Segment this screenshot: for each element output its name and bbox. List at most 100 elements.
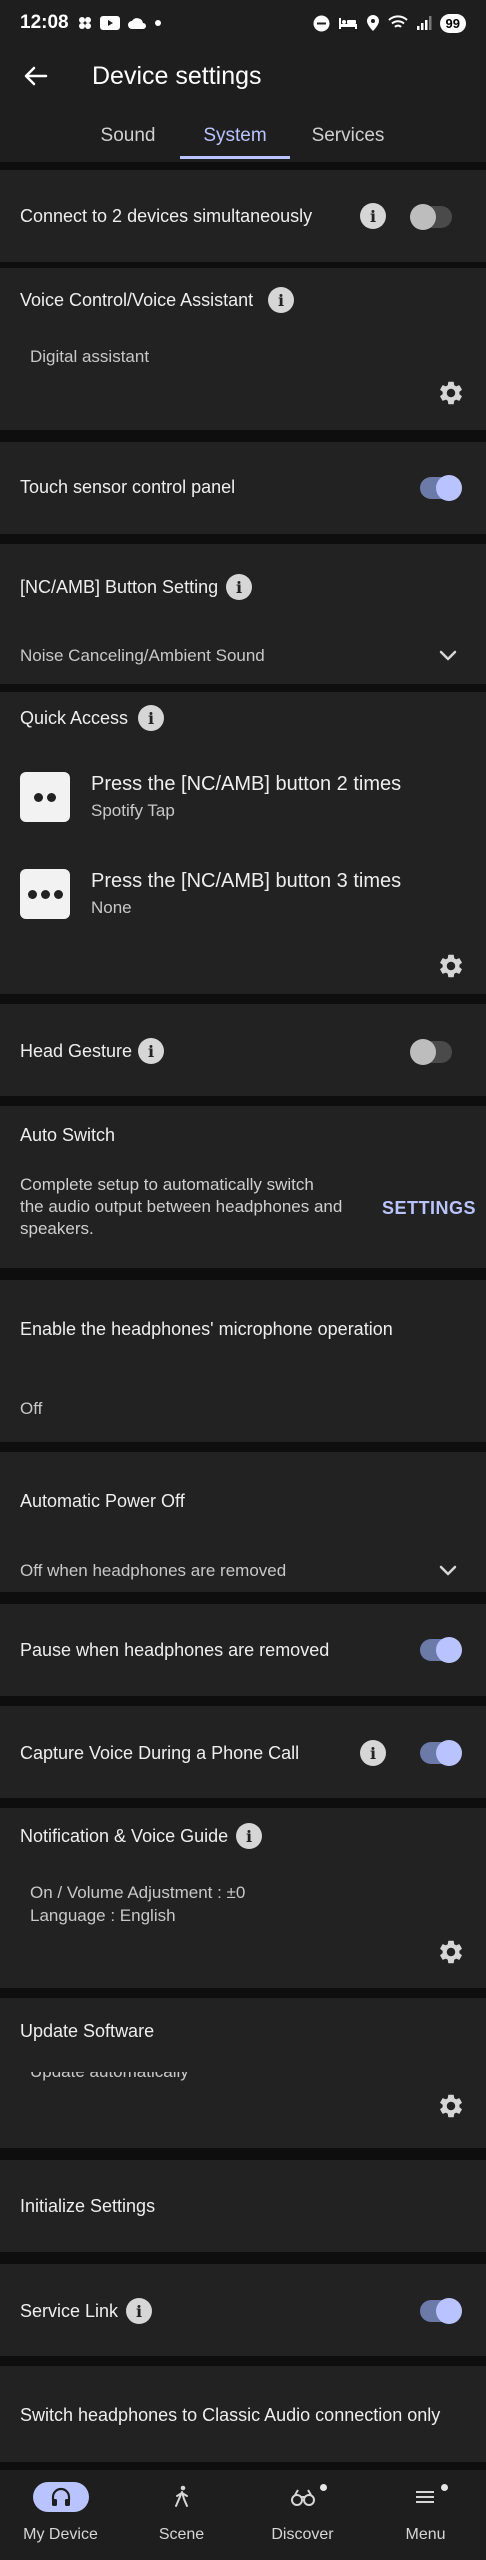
setting-update-software[interactable]: Update Software Update automatically — [0, 1998, 486, 2148]
info-icon[interactable]: i — [138, 705, 164, 731]
setting-title: Pause when headphones are removed — [20, 1640, 330, 1660]
setting-value: Digital assistant — [30, 347, 150, 366]
status-system-icons: 99 — [313, 13, 466, 33]
walking-icon — [174, 2485, 188, 2507]
setting-title: Touch sensor control panel — [20, 477, 236, 497]
info-icon[interactable]: i — [138, 1038, 164, 1064]
toggle-knob — [436, 1637, 462, 1663]
setting-title: Service Link — [20, 2301, 119, 2321]
cloud-icon — [127, 18, 146, 29]
notification-badge — [320, 2484, 327, 2491]
toggle-knob — [410, 1039, 436, 1065]
setting-value: Update automatically — [30, 2072, 189, 2083]
back-arrow-icon — [24, 66, 48, 86]
setting-auto-power-off[interactable]: Automatic Power Off Off when headphones … — [0, 1452, 486, 1592]
setting-title: Automatic Power Off — [20, 1491, 185, 1511]
tab-system[interactable]: System — [180, 110, 290, 162]
info-icon[interactable]: i — [360, 203, 386, 229]
info-icon[interactable]: i — [360, 1740, 386, 1766]
connect-two-toggle[interactable] — [410, 204, 452, 230]
setting-title: Enable the headphones' microphone operat… — [20, 1319, 393, 1339]
status-notification-icons — [77, 15, 162, 31]
signal-icon — [416, 16, 432, 30]
app-header: Device settings Sound System Services — [0, 46, 486, 162]
setting-auto-switch: Auto Switch Complete setup to automatica… — [0, 1106, 486, 1268]
nav-menu[interactable]: Menu — [365, 2470, 486, 2560]
headphones-icon — [51, 2487, 70, 2506]
double-dot-icon — [20, 772, 70, 822]
tab-bar: Sound System Services — [0, 110, 486, 162]
setting-title: Head Gesture — [20, 1041, 133, 1061]
toggle-knob — [410, 204, 436, 230]
setting-value: Off when headphones are removed — [20, 1561, 287, 1580]
setting-title: Notification & Voice Guide — [20, 1826, 229, 1846]
setting-title: [NC/AMB] Button Setting — [20, 577, 219, 597]
menu-icon — [415, 2491, 434, 2503]
setting-initialize[interactable]: Initialize Settings — [0, 2160, 486, 2252]
setting-head-gesture[interactable]: Head Gesture i — [0, 1004, 486, 1096]
quick-access-item-value: None — [91, 898, 132, 917]
dnd-icon — [313, 15, 330, 31]
tab-sound[interactable]: Sound — [76, 110, 180, 162]
chevron-down-icon[interactable] — [436, 1559, 460, 1583]
update-software-value-clip: Update automatically — [30, 2072, 290, 2085]
auto-switch-description-line: speakers. — [20, 1219, 94, 1238]
auto-switch-settings-link[interactable]: SETTINGS — [382, 1198, 476, 1219]
setting-touch-sensor[interactable]: Touch sensor control panel — [0, 442, 486, 534]
gear-icon[interactable] — [437, 1938, 465, 1966]
photos-icon — [78, 17, 91, 29]
info-icon[interactable]: i — [236, 1823, 262, 1849]
setting-notification-voice-guide[interactable]: Notification & Voice Guide i On / Volume… — [0, 1808, 486, 1988]
head-gesture-toggle[interactable] — [410, 1039, 452, 1065]
setting-service-link[interactable]: Service Link i — [0, 2264, 486, 2356]
setting-value: Noise Canceling/Ambient Sound — [20, 646, 265, 665]
setting-title: Connect to 2 devices simultaneously — [20, 206, 313, 226]
setting-capture-voice[interactable]: Capture Voice During a Phone Call i — [0, 1706, 486, 1798]
setting-voice-control[interactable]: Voice Control/Voice Assistant i Digital … — [0, 268, 486, 430]
info-icon[interactable]: i — [226, 574, 252, 600]
auto-switch-description-line: the audio output between headphones and — [20, 1197, 343, 1216]
quick-access-item-title: Press the [NC/AMB] button 2 times — [91, 773, 402, 795]
gear-icon[interactable] — [437, 2092, 465, 2120]
dot-icon — [154, 20, 161, 26]
setting-mic-operation[interactable]: Enable the headphones' microphone operat… — [0, 1280, 486, 1442]
capture-voice-toggle[interactable] — [420, 1740, 462, 1766]
chevron-down-icon[interactable] — [436, 644, 460, 668]
back-button[interactable] — [20, 60, 52, 92]
setting-pause-removed[interactable]: Pause when headphones are removed — [0, 1604, 486, 1696]
quick-access-item-title: Press the [NC/AMB] button 3 times — [91, 870, 402, 892]
pause-removed-toggle[interactable] — [420, 1637, 462, 1663]
nav-label: My Device — [23, 2526, 98, 2543]
gear-icon[interactable] — [437, 379, 465, 407]
setting-nc-amb-button[interactable]: [NC/AMB] Button Setting i Noise Cancelin… — [0, 544, 486, 684]
setting-title: Initialize Settings — [20, 2196, 156, 2216]
setting-classic-audio[interactable]: Switch headphones to Classic Audio conne… — [0, 2366, 486, 2462]
youtube-icon — [99, 16, 120, 30]
status-bar: 12:08 99 — [0, 0, 486, 46]
nav-my-device[interactable]: My Device — [0, 2470, 121, 2560]
active-tab-indicator — [180, 156, 290, 159]
bed-icon — [338, 18, 357, 29]
bottom-navigation: My Device Scene Discover Menu — [0, 2470, 486, 2560]
info-icon[interactable]: i — [126, 2298, 152, 2324]
nav-scene[interactable]: Scene — [121, 2470, 242, 2560]
gear-icon[interactable] — [437, 952, 465, 980]
nav-label: Discover — [271, 2526, 334, 2543]
setting-title: Auto Switch — [20, 1125, 116, 1145]
tab-services[interactable]: Services — [296, 110, 400, 162]
page-title: Device settings — [92, 62, 262, 90]
setting-title: Voice Control/Voice Assistant — [20, 290, 254, 310]
battery-indicator: 99 — [439, 13, 466, 33]
setting-connect-two-devices[interactable]: Connect to 2 devices simultaneously i — [0, 170, 486, 262]
binoculars-icon — [290, 2489, 315, 2506]
setting-title: Switch headphones to Classic Audio conne… — [20, 2405, 441, 2425]
nav-discover[interactable]: Discover — [242, 2470, 363, 2560]
service-link-toggle[interactable] — [420, 2298, 462, 2324]
notification-badge — [441, 2484, 448, 2491]
info-icon[interactable]: i — [268, 287, 294, 313]
touch-sensor-toggle[interactable] — [420, 475, 462, 501]
toggle-knob — [436, 1740, 462, 1766]
setting-quick-access: Quick Access i Press the [NC/AMB] button… — [0, 692, 486, 994]
nav-icon-container — [154, 2482, 210, 2512]
quick-access-item-value: Spotify Tap — [91, 801, 175, 820]
